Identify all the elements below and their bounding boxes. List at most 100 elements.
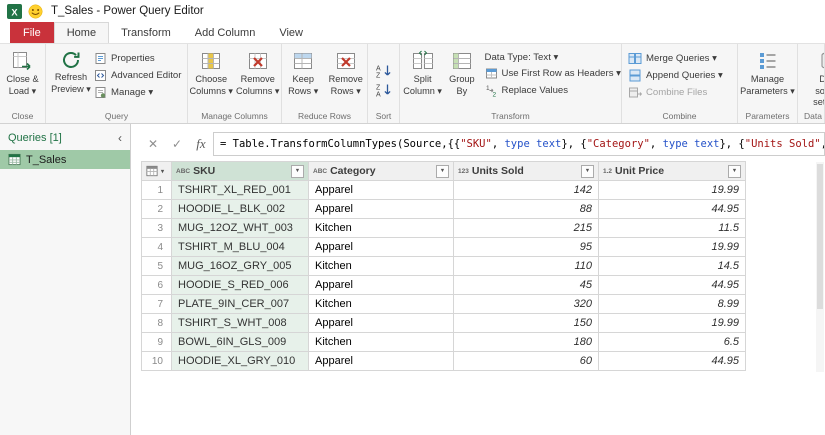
replace-values-button[interactable]: 12 Replace Values [485, 84, 621, 97]
cell-units-sold[interactable]: 320 [453, 294, 599, 314]
sort-ascending-button[interactable]: AZ [375, 64, 393, 78]
column-name: Unit Price [615, 165, 665, 177]
table-corner-menu[interactable]: ▾ [141, 161, 172, 181]
cell-unit-price[interactable]: 19.99 [598, 237, 746, 257]
cell-unit-price[interactable]: 44.95 [598, 275, 746, 295]
append-queries-button[interactable]: Append Queries ▾ [628, 69, 723, 82]
cell-units-sold[interactable]: 88 [453, 199, 599, 219]
cell-sku[interactable]: BOWL_6IN_GLS_009 [171, 332, 309, 352]
cell-units-sold[interactable]: 110 [453, 256, 599, 276]
cell-unit-price[interactable]: 8.99 [598, 294, 746, 314]
vertical-scrollbar[interactable] [816, 162, 824, 372]
group-by-button[interactable]: Group By [443, 47, 480, 97]
filter-button[interactable]: ▼ [436, 164, 449, 178]
row-number[interactable]: 2 [141, 199, 172, 219]
data-sources-group-body: Data source settings [798, 44, 824, 110]
cell-sku[interactable]: TSHIRT_M_BLU_004 [171, 237, 309, 257]
data-type-button[interactable]: Data Type: Text ▾ [485, 52, 621, 63]
cell-units-sold[interactable]: 180 [453, 332, 599, 352]
cell-category[interactable]: Apparel [308, 313, 454, 333]
properties-button[interactable]: Properties [94, 52, 181, 65]
cell-category[interactable]: Apparel [308, 275, 454, 295]
row-number[interactable]: 1 [141, 180, 172, 200]
cell-category[interactable]: Apparel [308, 237, 454, 257]
query-item-t-sales[interactable]: T_Sales [0, 150, 130, 169]
row-number[interactable]: 3 [141, 218, 172, 238]
cell-sku[interactable]: HOODIE_L_BLK_002 [171, 199, 309, 219]
cell-sku[interactable]: MUG_12OZ_WHT_003 [171, 218, 309, 238]
refresh-preview-button[interactable]: Refresh Preview ▾ [48, 47, 94, 95]
column-header-sku[interactable]: ABC SKU ▼ [171, 161, 309, 181]
filter-button[interactable]: ▼ [581, 164, 594, 178]
cell-category[interactable]: Kitchen [308, 256, 454, 276]
cell-unit-price[interactable]: 14.5 [598, 256, 746, 276]
use-first-row-as-headers-button[interactable]: Use First Row as Headers ▾ [485, 67, 621, 80]
row-number[interactable]: 4 [141, 237, 172, 257]
data-source-icon [817, 49, 824, 73]
cell-category[interactable]: Kitchen [308, 294, 454, 314]
query-editor-content: ✕ ✓ fx = Table.TransformColumnTypes(Sour… [131, 124, 825, 435]
filter-button[interactable]: ▼ [291, 164, 304, 178]
cell-sku[interactable]: MUG_16OZ_GRY_005 [171, 256, 309, 276]
cell-unit-price[interactable]: 44.95 [598, 351, 746, 371]
row-number[interactable]: 7 [141, 294, 172, 314]
collapse-pane-button[interactable]: ‹ [118, 132, 122, 144]
cell-category[interactable]: Kitchen [308, 332, 454, 352]
tab-file[interactable]: File [10, 22, 54, 43]
choose-columns-button[interactable]: Choose Columns ▾ [188, 47, 235, 97]
cell-unit-price[interactable]: 44.95 [598, 199, 746, 219]
sort-descending-button[interactable]: ZA [375, 83, 393, 97]
cell-category[interactable]: Apparel [308, 351, 454, 371]
row-number[interactable]: 8 [141, 313, 172, 333]
cell-units-sold[interactable]: 45 [453, 275, 599, 295]
cell-sku[interactable]: PLATE_9IN_CER_007 [171, 294, 309, 314]
cell-sku[interactable]: HOODIE_S_RED_006 [171, 275, 309, 295]
cell-category[interactable]: Kitchen [308, 218, 454, 238]
cell-units-sold[interactable]: 215 [453, 218, 599, 238]
split-column-button[interactable]: Split Column ▾ [402, 47, 443, 97]
manage-button[interactable]: Manage ▾ [94, 86, 181, 99]
tab-add-column[interactable]: Add Column [183, 22, 268, 43]
formula-cancel-button[interactable]: ✕ [141, 137, 165, 151]
cell-unit-price[interactable]: 6.5 [598, 332, 746, 352]
manage-parameters-button[interactable]: Manage Parameters ▾ [739, 47, 797, 97]
cell-sku[interactable]: HOODIE_XL_GRY_010 [171, 351, 309, 371]
formula-input[interactable]: = Table.TransformColumnTypes(Source,{{"S… [213, 132, 825, 156]
column-header-category[interactable]: ABC Category ▼ [308, 161, 454, 181]
remove-columns-button[interactable]: Remove Columns ▾ [235, 47, 282, 97]
row-number[interactable]: 6 [141, 275, 172, 295]
sort-group-body: AZ ZA [368, 44, 399, 110]
cell-unit-price[interactable]: 11.5 [598, 218, 746, 238]
keep-rows-button[interactable]: Keep Rows ▾ [282, 47, 325, 97]
cell-units-sold[interactable]: 60 [453, 351, 599, 371]
close-and-load-button[interactable]: Close & Load ▾ [6, 47, 39, 97]
titlebar: X T_Sales - Power Query Editor [0, 0, 825, 22]
cell-sku[interactable]: TSHIRT_XL_RED_001 [171, 180, 309, 200]
row-number[interactable]: 5 [141, 256, 172, 276]
cell-unit-price[interactable]: 19.99 [598, 313, 746, 333]
fx-button[interactable]: fx [189, 136, 213, 152]
cell-unit-price[interactable]: 19.99 [598, 180, 746, 200]
tab-home[interactable]: Home [53, 22, 110, 43]
filter-button[interactable]: ▼ [728, 164, 741, 178]
formula-commit-button[interactable]: ✓ [165, 137, 189, 151]
merge-queries-button[interactable]: Merge Queries ▾ [628, 52, 723, 65]
cell-units-sold[interactable]: 95 [453, 237, 599, 257]
ribbon-tab-bar: File Home Transform Add Column View [0, 22, 825, 44]
advanced-editor-button[interactable]: Advanced Editor [94, 69, 181, 82]
tab-view[interactable]: View [267, 22, 315, 43]
column-header-unit-price[interactable]: 1.2 Unit Price ▼ [598, 161, 746, 181]
column-header-units-sold[interactable]: 123 Units Sold ▼ [453, 161, 599, 181]
row-number[interactable]: 10 [141, 351, 172, 371]
data-source-settings-button[interactable]: Data source settings [802, 47, 824, 109]
cell-category[interactable]: Apparel [308, 199, 454, 219]
cell-category[interactable]: Apparel [308, 180, 454, 200]
tab-transform[interactable]: Transform [109, 22, 183, 43]
cell-units-sold[interactable]: 142 [453, 180, 599, 200]
row-number[interactable]: 9 [141, 332, 172, 352]
cell-units-sold[interactable]: 150 [453, 313, 599, 333]
cell-sku[interactable]: TSHIRT_S_WHT_008 [171, 313, 309, 333]
scrollbar-thumb[interactable] [817, 164, 823, 309]
remove-rows-button[interactable]: Remove Rows ▾ [325, 47, 368, 97]
smiley-feedback-icon[interactable] [28, 4, 43, 19]
